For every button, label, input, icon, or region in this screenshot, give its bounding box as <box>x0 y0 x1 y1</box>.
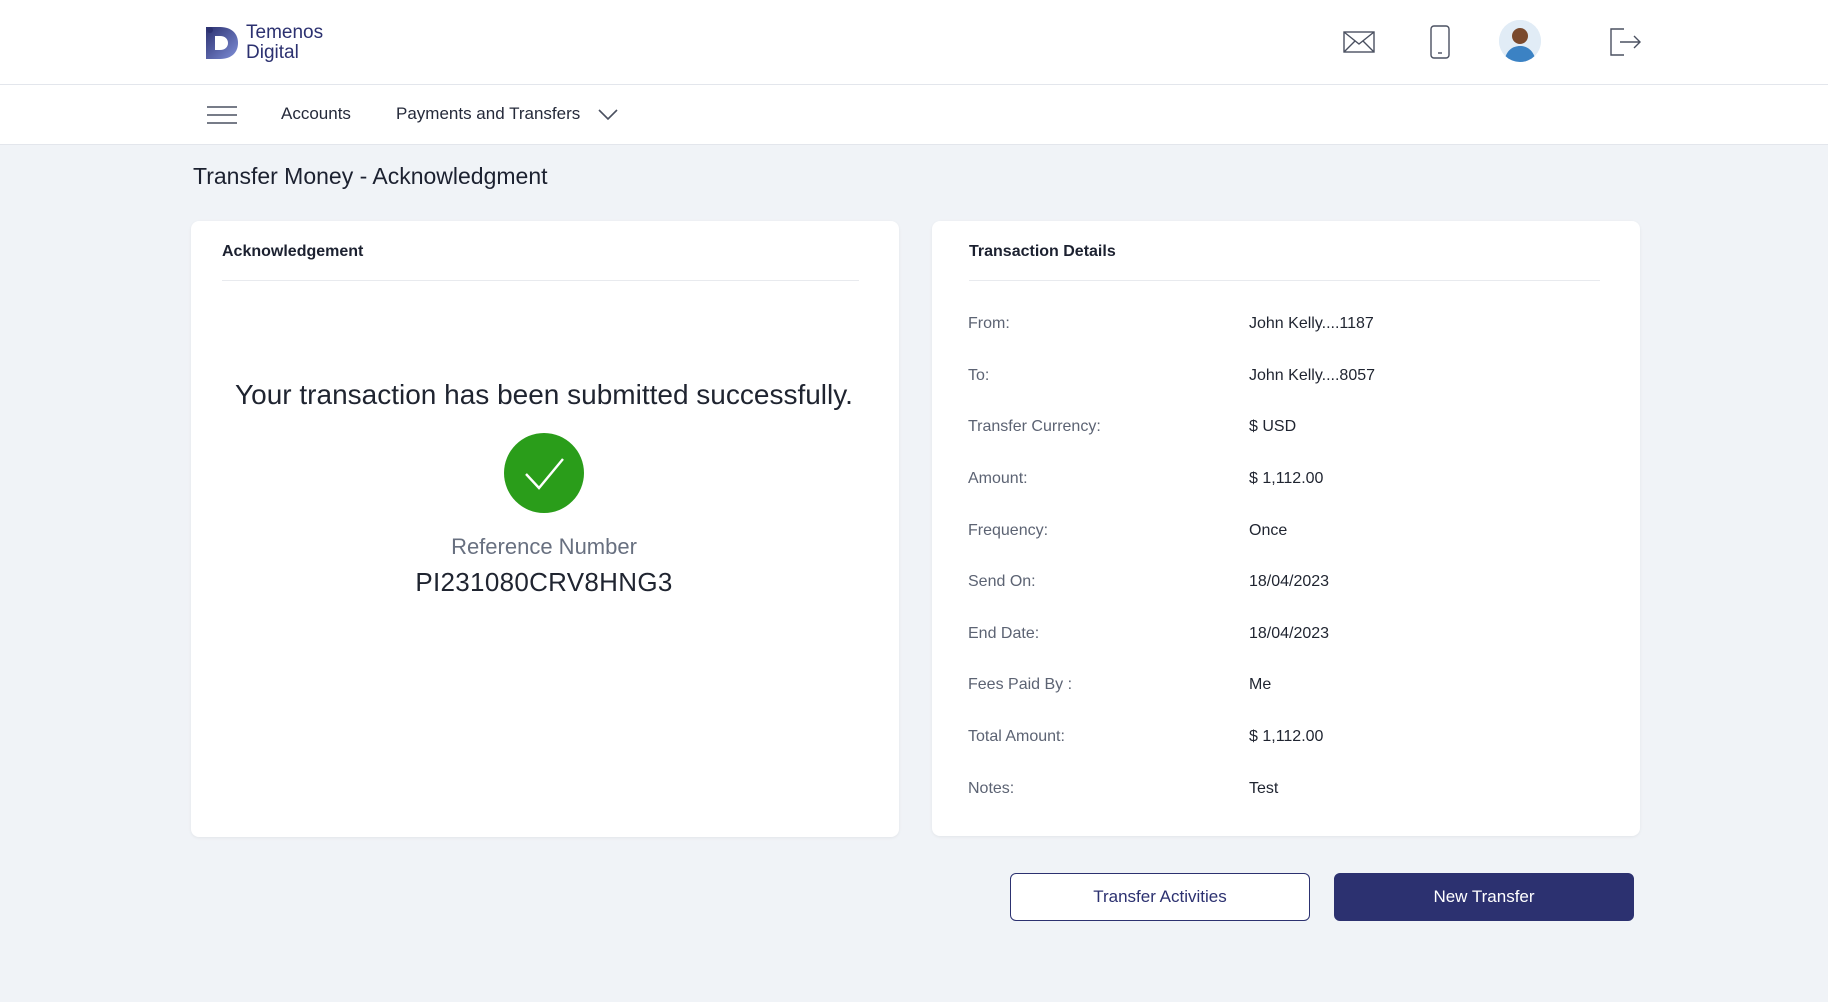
hamburger-menu-icon[interactable] <box>206 101 238 129</box>
detail-value: $ 1,112.00 <box>1249 470 1324 487</box>
transaction-details-card: Transaction Details From: John Kelly....… <box>932 221 1640 836</box>
detail-label: Send On: <box>968 573 1036 590</box>
logo-text: Temenos Digital <box>246 23 323 63</box>
temenos-logo[interactable]: Temenos Digital <box>202 22 342 64</box>
page-title: Transfer Money - Acknowledgment <box>193 163 548 189</box>
detail-value: John Kelly....8057 <box>1249 367 1376 384</box>
user-avatar[interactable] <box>1499 20 1541 62</box>
card-divider <box>969 280 1600 281</box>
mail-icon[interactable] <box>1337 20 1381 64</box>
detail-label: Fees Paid By : <box>968 676 1073 693</box>
detail-label: Amount: <box>968 470 1028 487</box>
top-header: Temenos Digital <box>0 0 1828 85</box>
success-message: Your transaction has been submitted succ… <box>235 379 853 410</box>
detail-value: John Kelly....1187 <box>1249 315 1374 332</box>
detail-value: $ 1,112.00 <box>1249 728 1324 745</box>
detail-value: Once <box>1249 522 1288 539</box>
logo-line1: Temenos <box>246 22 324 43</box>
detail-label: Notes: <box>968 780 1015 797</box>
detail-value: $ USD <box>1249 418 1297 435</box>
chevron-down-icon[interactable] <box>596 103 620 127</box>
detail-label: Transfer Currency: <box>968 418 1101 435</box>
transfer-activities-button[interactable]: Transfer Activities <box>1010 873 1310 921</box>
nav-payments-and-transfers[interactable]: Payments and Transfers <box>396 104 580 124</box>
logo-mark-icon <box>206 27 238 59</box>
new-transfer-button[interactable]: New Transfer <box>1334 873 1634 921</box>
mobile-phone-icon[interactable] <box>1418 20 1462 64</box>
detail-value: 18/04/2023 <box>1249 573 1330 590</box>
main-nav: Accounts Payments and Transfers <box>0 85 1828 145</box>
detail-value: Test <box>1249 780 1279 797</box>
transaction-details-title: Transaction Details <box>969 243 1116 260</box>
logo-line2: Digital <box>246 42 299 63</box>
nav-accounts[interactable]: Accounts <box>281 104 351 124</box>
detail-label: Total Amount: <box>968 728 1065 745</box>
acknowledgement-card: Acknowledgement Your transaction has bee… <box>191 221 899 837</box>
detail-label: To: <box>968 367 990 384</box>
reference-number-label: Reference Number <box>451 534 637 559</box>
detail-label: Frequency: <box>968 522 1049 539</box>
acknowledgement-title: Acknowledgement <box>222 243 364 260</box>
detail-value: Me <box>1249 676 1272 693</box>
reference-number-value: PI231080CRV8HNG3 <box>415 567 673 597</box>
detail-label: From: <box>968 315 1010 332</box>
success-check-icon <box>504 433 584 513</box>
detail-value: 18/04/2023 <box>1249 625 1330 642</box>
detail-label: End Date: <box>968 625 1040 642</box>
logout-icon[interactable] <box>1603 20 1647 64</box>
card-divider <box>222 280 859 281</box>
